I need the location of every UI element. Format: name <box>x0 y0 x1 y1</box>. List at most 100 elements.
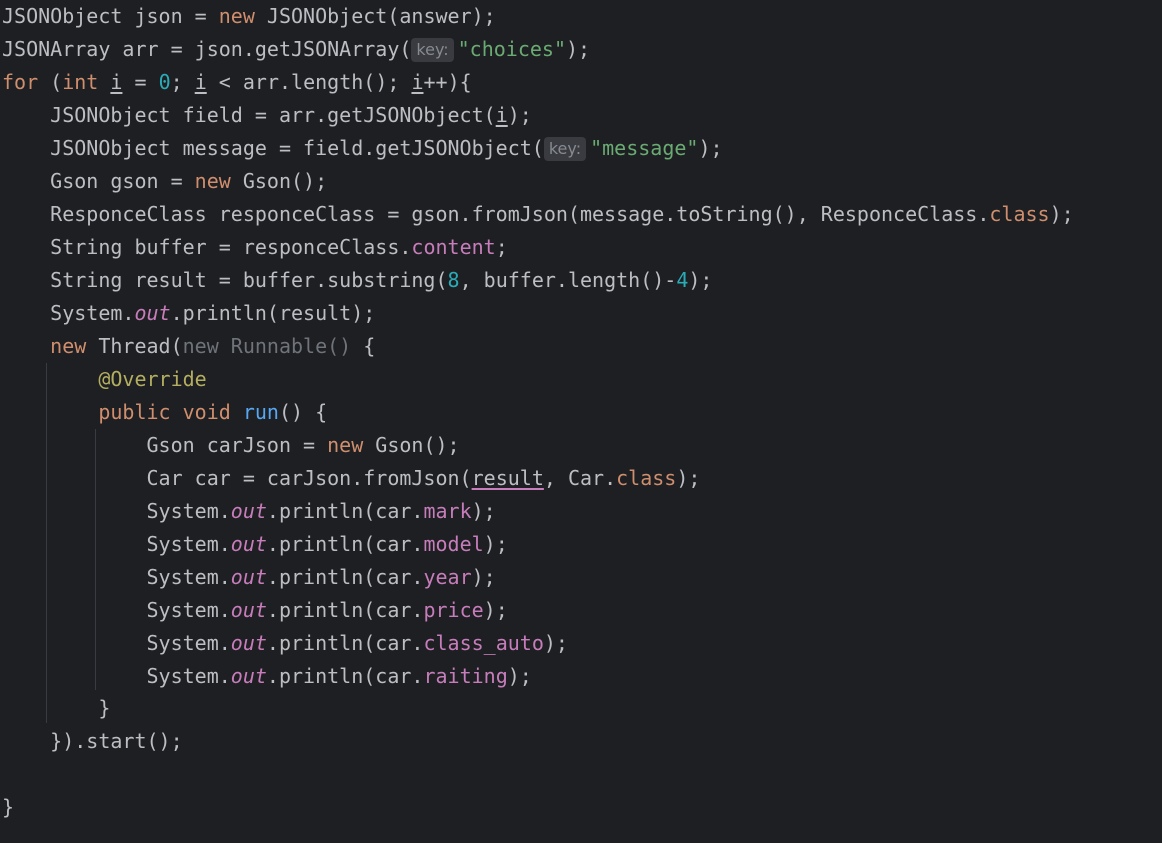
loop-variable: i <box>495 103 508 127</box>
code-text: } <box>2 795 15 819</box>
code-text: () { <box>278 400 328 424</box>
field-reference: price <box>423 598 484 622</box>
code-line-23[interactable]: }).start(); <box>2 725 182 758</box>
code-line-12[interactable]: @Override <box>2 363 207 396</box>
folded-anonymous-class[interactable]: new Runnable() <box>183 334 352 358</box>
code-line-21[interactable]: System.out.println(car.raiting); <box>2 660 532 693</box>
code-line-1[interactable]: JSONObject json = new JSONObject(answer)… <box>2 0 496 33</box>
code-text: ); <box>543 631 568 655</box>
code-text: JSONObject(answer); <box>254 4 496 28</box>
code-text: = <box>122 70 159 94</box>
static-field: out <box>230 532 267 556</box>
code-text: JSONObject json = <box>2 4 219 28</box>
code-text: .println(car. <box>266 565 424 589</box>
code-line-17[interactable]: System.out.println(car.model); <box>2 528 507 561</box>
code-text: Gson(); <box>363 433 460 457</box>
method-declaration: run <box>242 400 279 424</box>
static-field: out <box>230 631 267 655</box>
loop-variable: i <box>110 70 123 94</box>
code-line-7[interactable]: ResponceClass responceClass = gson.fromJ… <box>2 198 1074 231</box>
code-line-9[interactable]: String result = buffer.substring(8, buff… <box>2 264 712 297</box>
keyword-new: new <box>50 334 87 358</box>
static-field: out <box>230 664 267 688</box>
code-line-25[interactable]: } <box>2 791 14 824</box>
code-text: ); <box>566 37 591 61</box>
code-text: ; <box>170 70 195 94</box>
code-text: .println(car. <box>266 664 424 688</box>
code-line-14[interactable]: Gson carJson = new Gson(); <box>2 429 460 462</box>
code-text: String buffer = responceClass. <box>2 235 412 259</box>
code-line-8[interactable]: String buffer = responceClass.content; <box>2 231 508 264</box>
code-editor[interactable]: JSONObject json = new JSONObject(answer)… <box>0 0 1162 843</box>
keyword-class: class <box>616 466 677 490</box>
code-text: JSONArray arr = json.getJSONArray( <box>2 37 412 61</box>
field-reference: mark <box>423 499 472 523</box>
code-line-16[interactable]: System.out.println(car.mark); <box>2 495 495 528</box>
captured-variable: result <box>471 466 544 490</box>
code-text: ; <box>495 235 508 259</box>
number-literal: 4 <box>676 268 689 292</box>
string-literal: "message" <box>590 136 699 160</box>
code-text: Gson carJson = <box>2 433 328 457</box>
loop-variable: i <box>411 70 424 94</box>
code-line-5[interactable]: JSONObject message = field.getJSONObject… <box>2 132 723 165</box>
code-text: System. <box>2 565 231 589</box>
code-text: Thread( <box>86 334 183 358</box>
code-text: Gson(); <box>230 169 328 193</box>
static-field: out <box>230 565 267 589</box>
static-field: out <box>230 598 267 622</box>
code-text: ); <box>483 598 508 622</box>
code-line-18[interactable]: System.out.println(car.year); <box>2 561 495 594</box>
code-text: .println(car. <box>266 532 424 556</box>
code-text: JSONObject field = arr.getJSONObject( <box>2 103 496 127</box>
code-line-11[interactable]: new Thread(new Runnable() { <box>2 330 375 363</box>
code-text: } <box>2 696 111 720</box>
code-text: ++){ <box>423 70 472 94</box>
field-reference: model <box>423 532 484 556</box>
code-text: System. <box>2 532 231 556</box>
code-text: .println(result); <box>170 301 376 325</box>
code-text: ); <box>507 664 532 688</box>
code-line-22[interactable]: } <box>2 692 110 725</box>
code-line-6[interactable]: Gson gson = new Gson(); <box>2 165 327 198</box>
keyword-new: new <box>194 169 231 193</box>
code-text: Gson gson = <box>2 169 195 193</box>
code-text: System. <box>2 301 135 325</box>
code-line-4[interactable]: JSONObject field = arr.getJSONObject(i); <box>2 99 532 132</box>
keyword-class: class <box>989 202 1050 226</box>
code-text: ); <box>1049 202 1074 226</box>
code-text: System. <box>2 664 231 688</box>
code-text: String result = buffer.substring( <box>2 268 448 292</box>
keyword-void: void <box>182 400 231 424</box>
code-line-15[interactable]: Car car = carJson.fromJson(result, Car.c… <box>2 462 700 495</box>
field-reference: year <box>423 565 472 589</box>
code-text: ); <box>698 136 723 160</box>
field-reference: raiting <box>423 664 508 688</box>
keyword-new: new <box>218 4 255 28</box>
loop-variable: i <box>194 70 207 94</box>
number-literal: 0 <box>158 70 171 94</box>
code-line-19[interactable]: System.out.println(car.price); <box>2 594 508 627</box>
code-text: ); <box>507 103 532 127</box>
code-line-3[interactable]: for (int i = 0; i < arr.length(); i++){ <box>2 66 472 99</box>
code-line-2[interactable]: JSONArray arr = json.getJSONArray(key: "c… <box>2 33 590 66</box>
field-reference: class_auto <box>423 631 544 655</box>
code-line-10[interactable]: System.out.println(result); <box>2 297 375 330</box>
keyword-for: for <box>2 70 39 94</box>
static-field: out <box>134 301 171 325</box>
code-line-20[interactable]: System.out.println(car.class_auto); <box>2 627 568 660</box>
code-text: .println(car. <box>266 598 424 622</box>
annotation: @Override <box>98 367 207 391</box>
code-text: Car car = carJson.fromJson( <box>2 466 472 490</box>
code-line-13[interactable]: public void run() { <box>2 396 327 429</box>
code-text: , buffer.length()- <box>459 268 677 292</box>
keyword-new: new <box>327 433 364 457</box>
code-text: ResponceClass responceClass = gson.fromJ… <box>2 202 990 226</box>
code-text: ); <box>688 268 713 292</box>
